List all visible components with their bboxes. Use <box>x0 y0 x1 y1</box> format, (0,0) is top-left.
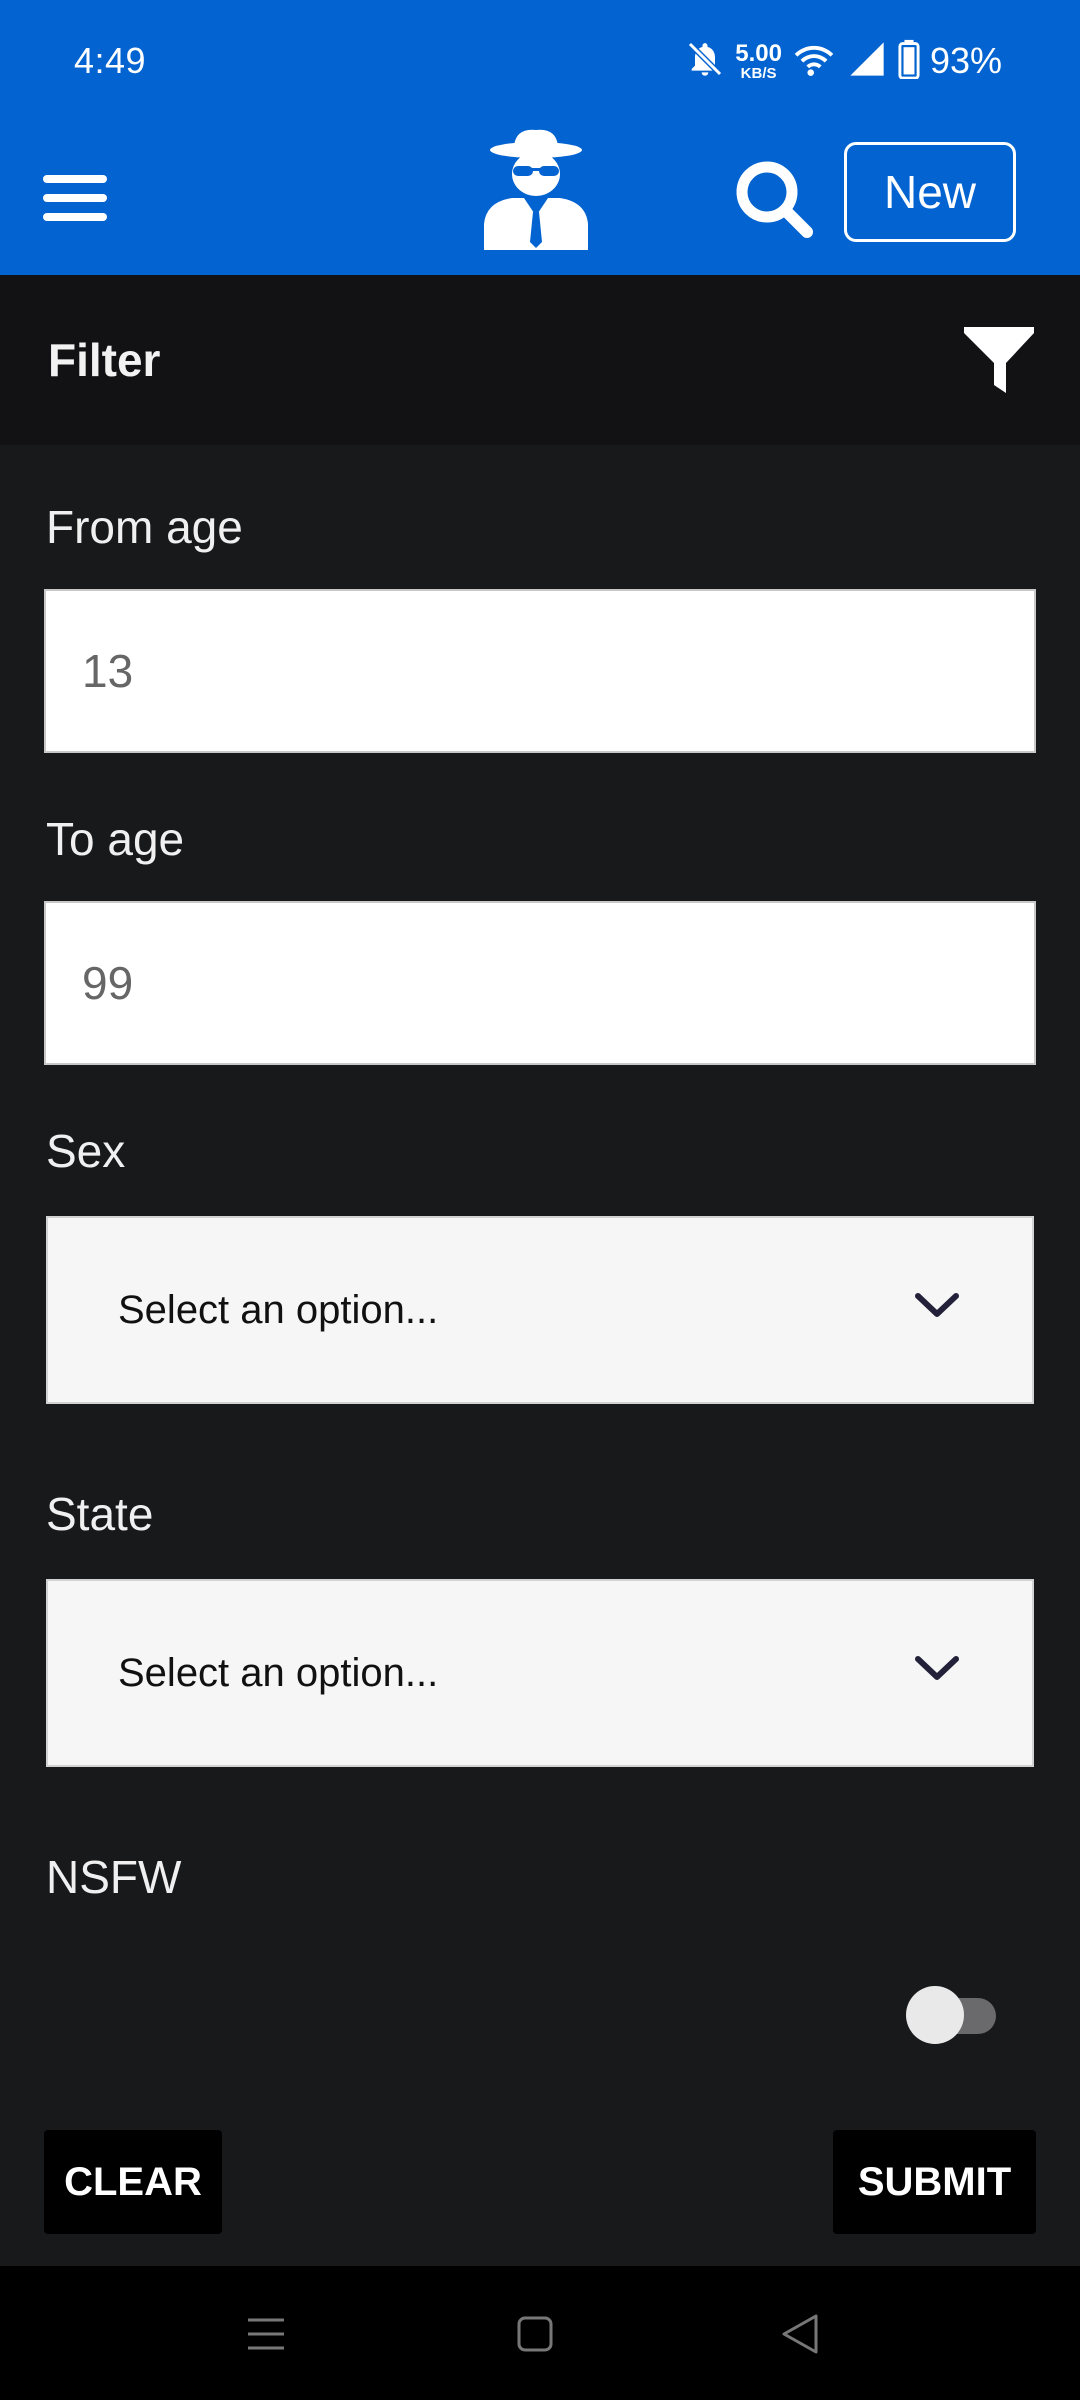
back-button[interactable] <box>770 2304 830 2364</box>
chevron-down-icon <box>915 1656 959 1680</box>
cell-signal-icon <box>846 39 888 84</box>
app-bar: New <box>0 120 1080 275</box>
state-select[interactable]: Select an option... <box>46 1579 1034 1767</box>
from-age-label: From age <box>46 501 243 553</box>
nsfw-toggle[interactable] <box>906 1984 1002 2044</box>
status-bar: 4:49 5.00 KB/S 93% <box>0 0 1080 120</box>
filter-title: Filter <box>48 334 161 386</box>
from-age-input[interactable] <box>44 589 1036 753</box>
sex-select[interactable]: Select an option... <box>46 1216 1034 1404</box>
recents-menu-icon <box>248 2318 284 2350</box>
hamburger-menu-icon <box>43 174 107 221</box>
submit-button[interactable]: SUBMIT <box>833 2130 1036 2234</box>
battery-icon <box>898 39 920 84</box>
wifi-icon <box>792 39 836 84</box>
sex-label: Sex <box>46 1125 126 1177</box>
state-select-value: Select an option... <box>118 1651 439 1695</box>
search-icon <box>736 161 813 238</box>
network-speed: 5.00 KB/S <box>735 39 782 82</box>
filter-header[interactable]: Filter <box>0 275 1080 445</box>
system-nav-bar <box>0 2266 1080 2400</box>
recents-button[interactable] <box>236 2304 296 2364</box>
network-speed-value: 5.00 <box>735 39 782 67</box>
to-age-label: To age <box>46 813 185 865</box>
battery-percent: 93% <box>929 40 1002 81</box>
new-button[interactable]: New <box>844 142 1016 242</box>
to-age-input[interactable] <box>44 901 1036 1065</box>
state-label: State <box>46 1488 154 1540</box>
search-button[interactable] <box>728 148 818 248</box>
sex-select-value: Select an option... <box>118 1288 439 1332</box>
toggle-knob <box>906 1986 964 2044</box>
top-bar: 4:49 5.00 KB/S 93% New <box>0 0 1080 275</box>
back-triangle-icon <box>782 2314 818 2354</box>
nsfw-label: NSFW <box>46 1851 182 1903</box>
funnel-icon[interactable] <box>962 323 1036 397</box>
home-button[interactable] <box>505 2304 565 2364</box>
status-time: 4:49 <box>74 40 147 81</box>
status-icons: 5.00 KB/S 93% <box>685 36 1002 86</box>
menu-button[interactable] <box>40 170 110 225</box>
network-speed-unit: KB/S <box>740 64 777 82</box>
clear-button[interactable]: CLEAR <box>44 2130 222 2234</box>
app-logo[interactable] <box>478 120 594 250</box>
chevron-down-icon <box>915 1293 959 1317</box>
bell-muted-icon <box>685 39 725 84</box>
home-square-icon <box>517 2316 553 2352</box>
spy-agent-icon <box>484 129 588 250</box>
